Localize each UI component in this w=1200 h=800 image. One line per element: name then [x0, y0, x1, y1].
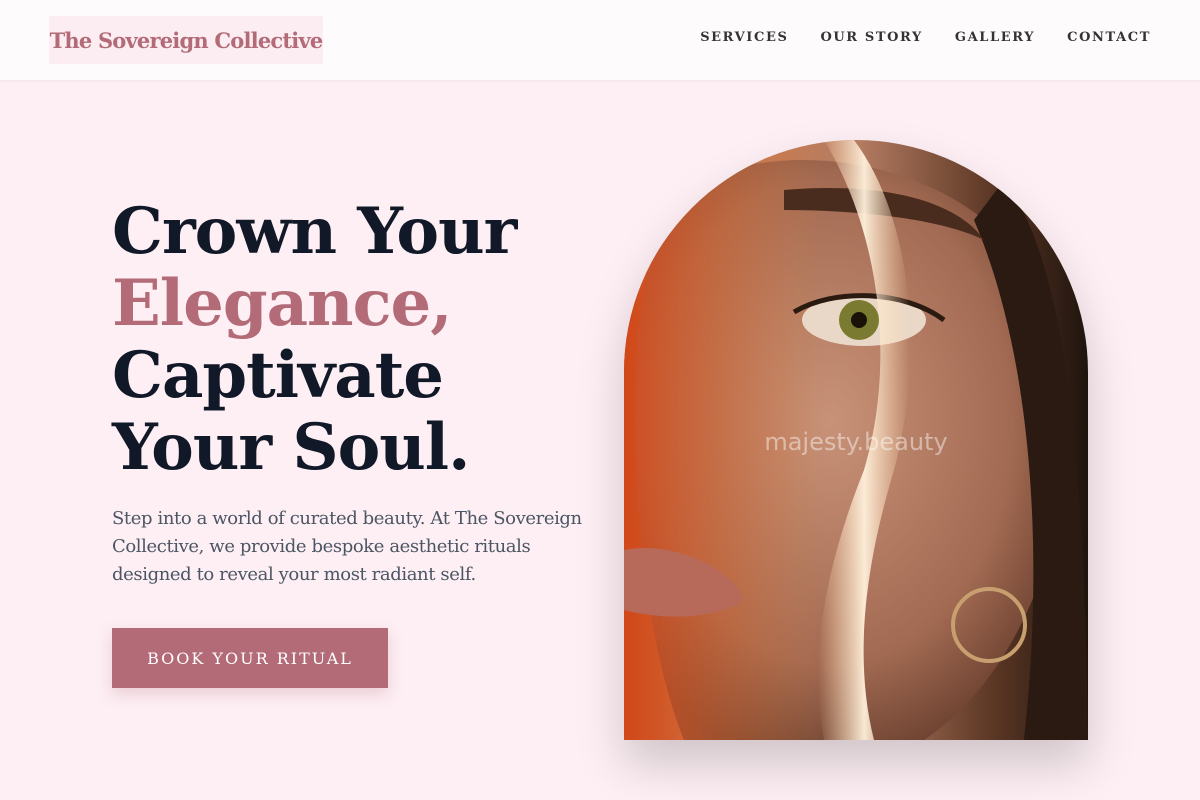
book-ritual-button[interactable]: BOOK YOUR RITUAL [112, 628, 388, 688]
nav-services[interactable]: SERVICES [700, 30, 788, 45]
hero-title-line-3: Captivate [112, 338, 444, 413]
hero-title-accent: Elegance, [112, 266, 453, 341]
hero-title: Crown Your Elegance, Captivate Your Soul… [112, 194, 517, 485]
hero-description: Step into a world of curated beauty. At … [112, 508, 582, 585]
nav-contact[interactable]: CONTACT [1067, 30, 1151, 45]
portrait-image: majesty.beauty [624, 140, 1088, 740]
site-header: The Sovereign Collective SERVICES OUR ST… [0, 0, 1200, 80]
nav-our-story[interactable]: OUR STORY [820, 30, 922, 45]
hero-title-line-1: Crown Your [112, 194, 517, 269]
portrait-illustration [624, 140, 1088, 740]
nav-gallery[interactable]: GALLERY [955, 30, 1035, 45]
brand-logo[interactable]: The Sovereign Collective [49, 16, 323, 64]
hero-title-line-4: Your Soul. [112, 410, 470, 485]
main-nav: SERVICES OUR STORY GALLERY CONTACT [700, 30, 1151, 45]
